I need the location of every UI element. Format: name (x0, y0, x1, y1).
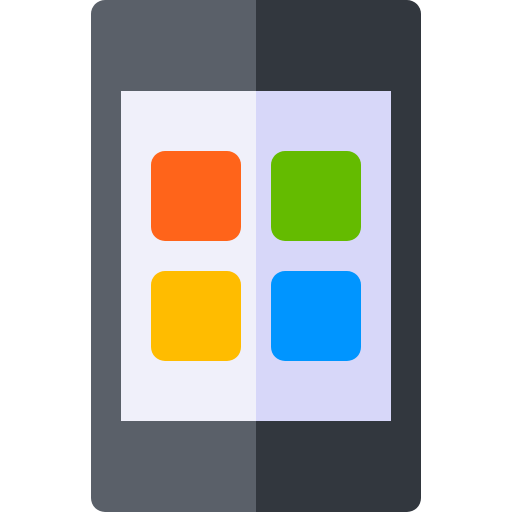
tablet-screen (121, 91, 391, 421)
screen-left-half (121, 91, 256, 421)
screen-right-half (256, 91, 391, 421)
orange-app-tile (151, 151, 241, 241)
green-app-tile (271, 151, 361, 241)
blue-app-tile (271, 271, 361, 361)
icon-canvas (0, 0, 512, 512)
tablet-icon (91, 0, 421, 512)
yellow-app-tile (151, 271, 241, 361)
